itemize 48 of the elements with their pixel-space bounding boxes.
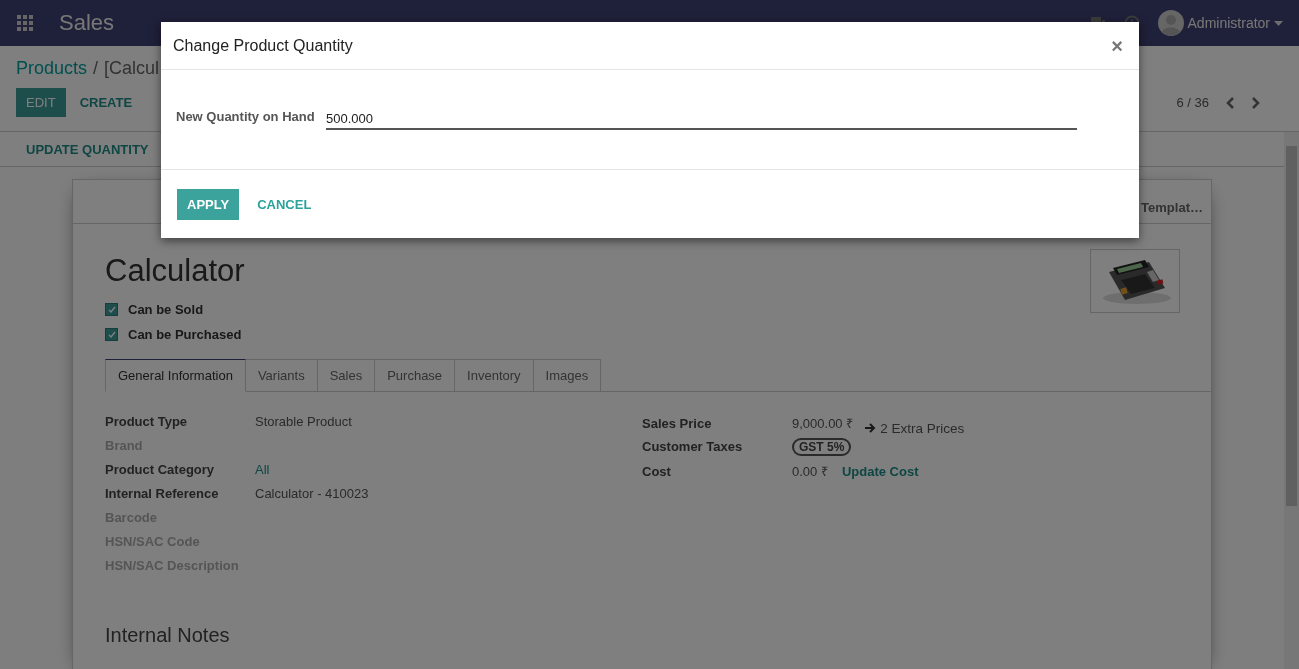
field-link[interactable]: All [255, 462, 270, 477]
form-tab[interactable]: Sales [317, 359, 376, 392]
edit-button[interactable]: EDIT [16, 88, 66, 117]
next-icon[interactable] [1251, 96, 1261, 109]
avatar-icon [1157, 10, 1184, 36]
field-value: Storable Product [255, 414, 352, 429]
field-label: Product Category [105, 462, 216, 477]
extra-prices-link[interactable]: 2 Extra Prices [865, 420, 965, 436]
breadcrumb-separator: / [93, 58, 99, 79]
field-label: New Quantity on Hand [176, 109, 316, 124]
pager-counter: 6 / 36 [1176, 95, 1209, 110]
apply-button[interactable]: APPLY [177, 188, 240, 220]
dialog-title: Change Product Quantity [173, 36, 353, 55]
update-cost-link[interactable]: Update Cost [841, 464, 919, 479]
user-name: Administrator [1187, 15, 1270, 31]
field-label: Customer Taxes [642, 439, 744, 454]
form-tab[interactable]: Images [533, 359, 602, 392]
tax-tag: GST 5% [792, 438, 852, 456]
checkbox[interactable] [105, 328, 118, 341]
checkbox-label: Can be Purchased [128, 327, 242, 342]
create-button[interactable]: CREATE [69, 88, 143, 117]
field-value: Calculator - 410023 [255, 486, 369, 501]
field-label: Product Type [105, 414, 189, 429]
apps-grid-icon[interactable] [17, 15, 33, 31]
form-tab[interactable]: Variants [245, 359, 318, 392]
field-label: Sales Price [642, 416, 713, 431]
checkbox[interactable] [105, 303, 118, 316]
product-name: Calculator [105, 253, 245, 289]
field-value: 0.00 ₹ [792, 463, 828, 480]
app-title: Sales [59, 10, 115, 36]
scrollbar[interactable] [1284, 132, 1299, 669]
form-tab[interactable]: Inventory [455, 359, 534, 392]
user-menu[interactable]: Administrator [1157, 10, 1283, 36]
field-value: 9,000.00 ₹ [792, 415, 854, 432]
form-tab[interactable]: General Information [105, 359, 246, 392]
close-button[interactable]: × [1107, 35, 1127, 56]
caret-icon [1274, 20, 1283, 26]
field-label: Internal Reference [105, 486, 220, 501]
section-title: Internal Notes [105, 624, 231, 647]
breadcrumb-current: [Calcul [104, 58, 160, 79]
breadcrumb-link[interactable]: Products [16, 58, 88, 79]
form-tab[interactable]: Purchase [375, 359, 456, 392]
update-quantity-button[interactable]: UPDATE QUANTITY [16, 134, 159, 164]
field-label: Cost [642, 464, 672, 479]
checkbox-label: Can be Sold [128, 302, 204, 317]
cancel-button[interactable]: CANCEL [247, 189, 322, 219]
previous-icon[interactable] [1225, 96, 1235, 109]
arrow-right-icon [865, 423, 877, 433]
